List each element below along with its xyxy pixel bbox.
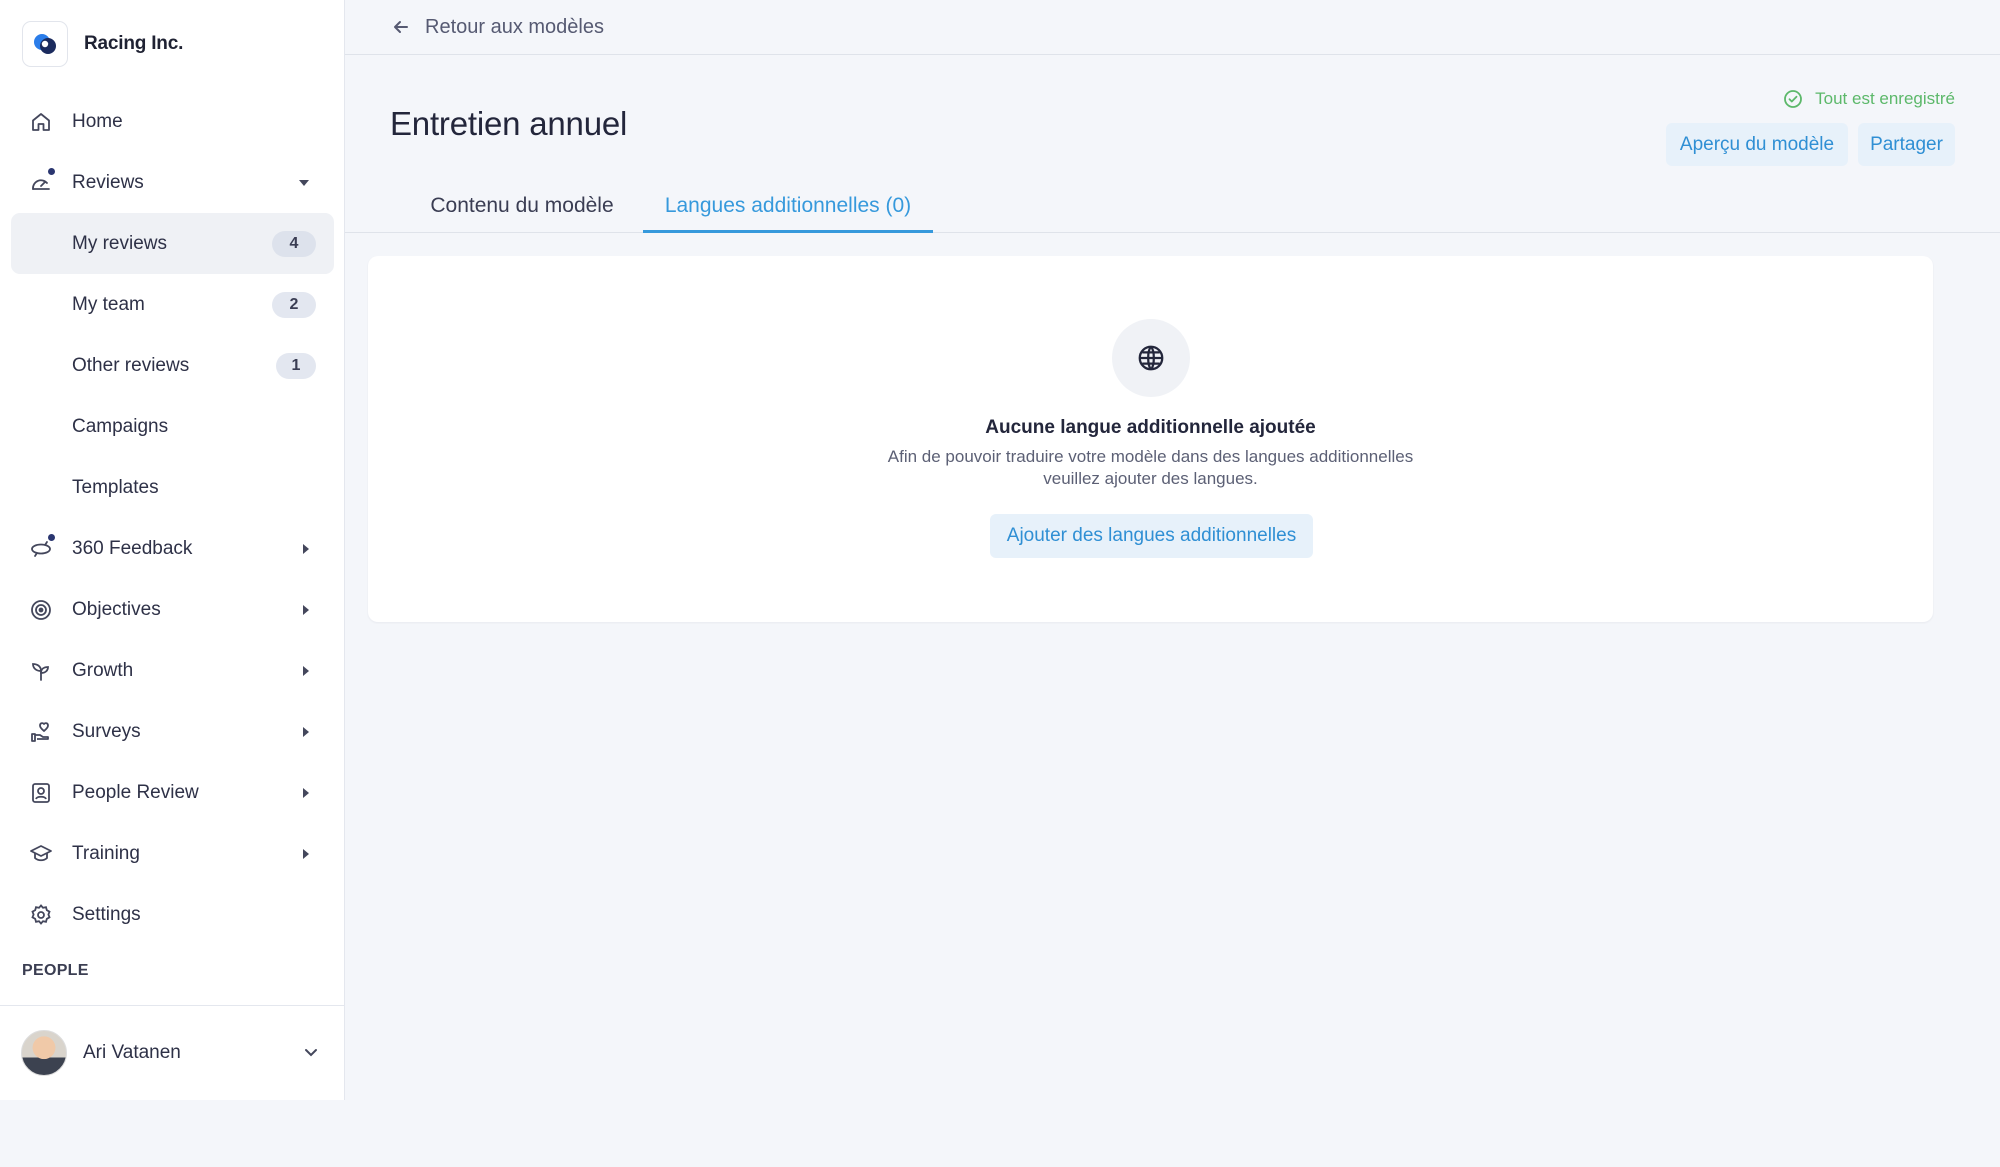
gear-icon — [28, 902, 54, 928]
sidebar-item-growth[interactable]: Growth — [0, 640, 345, 701]
chevron-down-icon — [305, 1049, 317, 1057]
globe-icon — [1138, 345, 1164, 371]
tabs: Contenu du modèle Langues additionnelles… — [345, 183, 2000, 233]
count-badge: 2 — [272, 291, 316, 318]
save-status-text: Tout est enregistré — [1815, 89, 1955, 108]
divider — [0, 1005, 345, 1006]
page-title: Entretien annuel — [390, 105, 628, 142]
sidebar-item-my-reviews[interactable]: My reviews 4 — [11, 213, 334, 274]
user-name: Ari Vatanen — [83, 1042, 181, 1063]
person-card-icon — [28, 780, 54, 806]
notification-dot — [48, 534, 55, 541]
section-label-people: PEOPLE — [22, 962, 89, 979]
sidebar-item-objectives[interactable]: Objectives — [0, 579, 345, 640]
sidebar-item-label: Growth — [72, 659, 134, 681]
sidebar-item-reviews[interactable]: Reviews — [0, 152, 345, 213]
sidebar-item-label: People Review — [72, 781, 199, 803]
sidebar-item-campaigns[interactable]: Campaigns — [0, 396, 345, 457]
empty-state-description: Afin de pouvoir traduire votre modèle da… — [368, 446, 1933, 490]
sidebar-item-label: Templates — [72, 476, 159, 498]
sidebar-item-label: 360 Feedback — [72, 537, 193, 559]
tab-template-content[interactable]: Contenu du modèle — [412, 183, 632, 233]
user-menu[interactable]: Ari Vatanen — [21, 1030, 321, 1076]
globe-icon-container — [1112, 319, 1190, 397]
preview-template-button[interactable]: Aperçu du modèle — [1666, 123, 1848, 166]
sidebar-item-360-feedback[interactable]: 360 Feedback — [0, 518, 345, 579]
caret-right-icon — [303, 726, 309, 737]
count-badge: 1 — [276, 352, 316, 379]
sidebar-item-label: Other reviews — [72, 354, 190, 376]
arrow-left-icon[interactable] — [391, 17, 411, 37]
sidebar-item-training[interactable]: Training — [0, 823, 345, 884]
sidebar-item-label: Home — [72, 110, 123, 132]
add-languages-button[interactable]: Ajouter des langues additionnelles — [990, 514, 1313, 558]
count-badge: 4 — [272, 230, 316, 257]
topbar: Retour aux modèles — [345, 0, 2000, 55]
caret-right-icon — [303, 848, 309, 859]
sidebar-item-my-team[interactable]: My team 2 — [0, 274, 345, 335]
empty-state-card: Aucune langue additionnelle ajoutée Afin… — [368, 256, 1933, 622]
sidebar-item-settings[interactable]: Settings — [0, 884, 345, 945]
empty-state-description-line: Afin de pouvoir traduire votre modèle da… — [887, 447, 1414, 466]
tab-additional-languages[interactable]: Langues additionnelles (0) — [643, 183, 933, 233]
app-root: Racing Inc. Home Reviews My reviews 4 My… — [0, 0, 2000, 1167]
sidebar-item-templates[interactable]: Templates — [0, 457, 345, 518]
brand-name: Racing Inc. — [84, 33, 184, 54]
caret-right-icon — [303, 543, 309, 554]
sidebar-nav: Home Reviews My reviews 4 My team 2 Othe… — [0, 91, 345, 945]
sprout-icon — [28, 658, 54, 684]
sidebar-item-label: Settings — [72, 903, 141, 925]
sidebar-item-label: My team — [72, 293, 145, 315]
sidebar-item-people-review[interactable]: People Review — [0, 762, 345, 823]
empty-state-description-line: veuillez ajouter des langues. — [1043, 469, 1258, 488]
graduation-cap-icon — [28, 841, 54, 867]
sidebar-item-home[interactable]: Home — [0, 91, 345, 152]
check-circle-icon — [1784, 90, 1803, 108]
save-status: Tout est enregistré — [1783, 89, 1955, 109]
sidebar-item-label: Objectives — [72, 598, 161, 620]
sidebar-item-label: Reviews — [72, 171, 144, 193]
brand-logo-icon — [22, 21, 68, 67]
avatar — [21, 1030, 67, 1076]
main-content: Retour aux modèles Entretien annuel Tout… — [345, 0, 2000, 1167]
sidebar-item-label: Surveys — [72, 720, 141, 742]
caret-right-icon — [303, 665, 309, 676]
notification-dot — [48, 168, 55, 175]
sidebar-item-surveys[interactable]: Surveys — [0, 701, 345, 762]
sidebar-item-label: Campaigns — [72, 415, 169, 437]
empty-state-title: Aucune langue additionnelle ajoutée — [985, 417, 1316, 438]
back-link[interactable]: Retour aux modèles — [425, 16, 604, 39]
caret-down-icon — [299, 179, 309, 186]
hand-heart-icon — [28, 719, 54, 745]
sidebar-item-other-reviews[interactable]: Other reviews 1 — [0, 335, 345, 396]
caret-right-icon — [303, 787, 309, 798]
caret-right-icon — [303, 604, 309, 615]
target-icon — [28, 597, 54, 623]
sidebar-item-label: My reviews — [72, 232, 168, 254]
home-icon — [28, 109, 54, 135]
share-button[interactable]: Partager — [1858, 123, 1955, 166]
sidebar: Racing Inc. Home Reviews My reviews 4 My… — [0, 0, 345, 1100]
brand[interactable]: Racing Inc. — [22, 21, 183, 67]
sidebar-item-label: Training — [72, 842, 140, 864]
